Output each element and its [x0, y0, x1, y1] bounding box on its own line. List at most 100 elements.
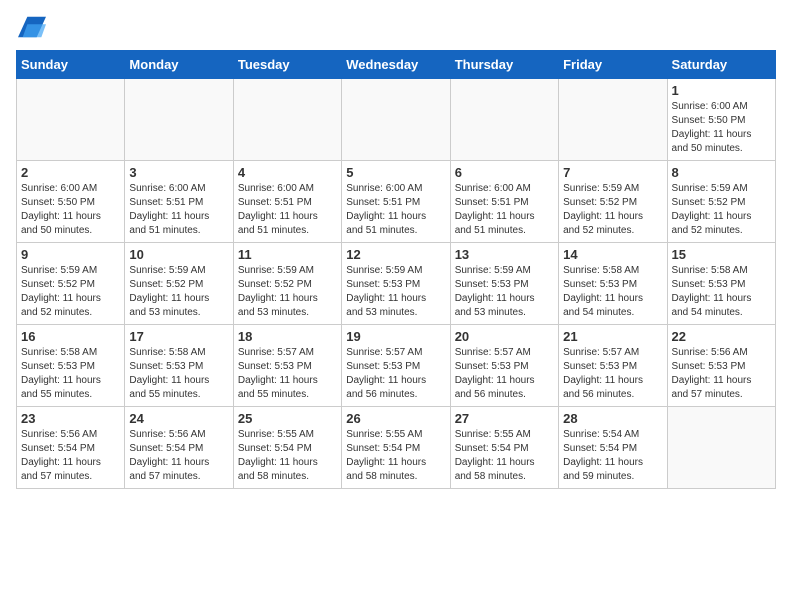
calendar-cell: 15 Sunrise: 5:58 AM Sunset: 5:53 PM Dayli… [667, 243, 775, 325]
day-number: 4 [238, 165, 337, 180]
calendar-week-1: 1 Sunrise: 6:00 AM Sunset: 5:50 PM Daylig… [17, 79, 776, 161]
page-header [16, 16, 776, 38]
day-info: Sunrise: 5:57 AM Sunset: 5:53 PM Dayligh… [563, 346, 662, 402]
day-info: Sunrise: 5:59 AM Sunset: 5:52 PM Dayligh… [672, 182, 771, 238]
calendar-week-5: 23 Sunrise: 5:56 AM Sunset: 5:54 PM Dayli… [17, 407, 776, 489]
calendar-cell: 16 Sunrise: 5:58 AM Sunset: 5:53 PM Dayli… [17, 325, 125, 407]
calendar-cell [450, 79, 558, 161]
calendar-cell: 12 Sunrise: 5:59 AM Sunset: 5:53 PM Dayli… [342, 243, 450, 325]
col-header-saturday: Saturday [667, 51, 775, 79]
day-info: Sunrise: 5:55 AM Sunset: 5:54 PM Dayligh… [346, 428, 445, 484]
calendar-week-4: 16 Sunrise: 5:58 AM Sunset: 5:53 PM Dayli… [17, 325, 776, 407]
day-number: 19 [346, 329, 445, 344]
calendar-cell [233, 79, 341, 161]
day-info: Sunrise: 5:58 AM Sunset: 5:53 PM Dayligh… [672, 264, 771, 320]
calendar-cell: 27 Sunrise: 5:55 AM Sunset: 5:54 PM Dayli… [450, 407, 558, 489]
day-info: Sunrise: 5:59 AM Sunset: 5:53 PM Dayligh… [455, 264, 554, 320]
calendar-cell [17, 79, 125, 161]
calendar-cell: 9 Sunrise: 5:59 AM Sunset: 5:52 PM Daylig… [17, 243, 125, 325]
day-number: 20 [455, 329, 554, 344]
calendar-cell: 20 Sunrise: 5:57 AM Sunset: 5:53 PM Dayli… [450, 325, 558, 407]
calendar-cell: 11 Sunrise: 5:59 AM Sunset: 5:52 PM Dayli… [233, 243, 341, 325]
col-header-thursday: Thursday [450, 51, 558, 79]
calendar-cell [667, 407, 775, 489]
logo [16, 16, 46, 38]
calendar-cell [559, 79, 667, 161]
calendar-cell: 10Sunrise: 5:59 AM Sunset: 5:52 PM Dayli… [125, 243, 233, 325]
col-header-tuesday: Tuesday [233, 51, 341, 79]
day-info: Sunrise: 5:59 AM Sunset: 5:52 PM Dayligh… [563, 182, 662, 238]
day-info: Sunrise: 6:00 AM Sunset: 5:51 PM Dayligh… [455, 182, 554, 238]
col-header-monday: Monday [125, 51, 233, 79]
calendar-cell: 26 Sunrise: 5:55 AM Sunset: 5:54 PM Dayli… [342, 407, 450, 489]
calendar-cell: 17Sunrise: 5:58 AM Sunset: 5:53 PM Dayli… [125, 325, 233, 407]
calendar-cell: 19 Sunrise: 5:57 AM Sunset: 5:53 PM Dayli… [342, 325, 450, 407]
day-number: 1 [672, 83, 771, 98]
calendar-cell: 21 Sunrise: 5:57 AM Sunset: 5:53 PM Dayli… [559, 325, 667, 407]
day-info: Sunrise: 5:56 AM Sunset: 5:54 PM Dayligh… [129, 428, 228, 484]
day-number: 7 [563, 165, 662, 180]
day-info: Sunrise: 6:00 AM Sunset: 5:51 PM Dayligh… [346, 182, 445, 238]
day-info: Sunrise: 5:56 AM Sunset: 5:54 PM Dayligh… [21, 428, 120, 484]
day-info: Sunrise: 6:00 AM Sunset: 5:50 PM Dayligh… [672, 100, 771, 156]
calendar-cell: 28 Sunrise: 5:54 AM Sunset: 5:54 PM Dayli… [559, 407, 667, 489]
calendar-cell [342, 79, 450, 161]
calendar-cell: 1 Sunrise: 6:00 AM Sunset: 5:50 PM Daylig… [667, 79, 775, 161]
day-number: 16 [21, 329, 120, 344]
day-info: Sunrise: 5:55 AM Sunset: 5:54 PM Dayligh… [455, 428, 554, 484]
col-header-sunday: Sunday [17, 51, 125, 79]
day-number: 11 [238, 247, 337, 262]
calendar-cell: 3Sunrise: 6:00 AM Sunset: 5:51 PM Daylig… [125, 161, 233, 243]
calendar-cell: 25 Sunrise: 5:55 AM Sunset: 5:54 PM Dayli… [233, 407, 341, 489]
day-number: 24 [129, 411, 228, 426]
day-info: Sunrise: 5:57 AM Sunset: 5:53 PM Dayligh… [346, 346, 445, 402]
day-info: Sunrise: 5:57 AM Sunset: 5:53 PM Dayligh… [238, 346, 337, 402]
day-info: Sunrise: 6:00 AM Sunset: 5:51 PM Dayligh… [238, 182, 337, 238]
calendar-cell: 5 Sunrise: 6:00 AM Sunset: 5:51 PM Daylig… [342, 161, 450, 243]
calendar-week-3: 9 Sunrise: 5:59 AM Sunset: 5:52 PM Daylig… [17, 243, 776, 325]
day-number: 10 [129, 247, 228, 262]
day-number: 18 [238, 329, 337, 344]
day-number: 22 [672, 329, 771, 344]
day-info: Sunrise: 5:59 AM Sunset: 5:53 PM Dayligh… [346, 264, 445, 320]
day-info: Sunrise: 5:59 AM Sunset: 5:52 PM Dayligh… [238, 264, 337, 320]
day-info: Sunrise: 5:58 AM Sunset: 5:53 PM Dayligh… [563, 264, 662, 320]
day-number: 13 [455, 247, 554, 262]
day-number: 6 [455, 165, 554, 180]
day-number: 5 [346, 165, 445, 180]
calendar-cell: 23 Sunrise: 5:56 AM Sunset: 5:54 PM Dayli… [17, 407, 125, 489]
day-info: Sunrise: 5:59 AM Sunset: 5:52 PM Dayligh… [21, 264, 120, 320]
day-number: 23 [21, 411, 120, 426]
day-number: 21 [563, 329, 662, 344]
day-number: 9 [21, 247, 120, 262]
day-number: 26 [346, 411, 445, 426]
day-info: Sunrise: 5:57 AM Sunset: 5:53 PM Dayligh… [455, 346, 554, 402]
calendar-cell: 22 Sunrise: 5:56 AM Sunset: 5:53 PM Dayli… [667, 325, 775, 407]
day-info: Sunrise: 5:56 AM Sunset: 5:53 PM Dayligh… [672, 346, 771, 402]
calendar-table: SundayMondayTuesdayWednesdayThursdayFrid… [16, 50, 776, 489]
calendar-cell: 8 Sunrise: 5:59 AM Sunset: 5:52 PM Daylig… [667, 161, 775, 243]
day-number: 8 [672, 165, 771, 180]
calendar-cell: 7 Sunrise: 5:59 AM Sunset: 5:52 PM Daylig… [559, 161, 667, 243]
day-number: 17 [129, 329, 228, 344]
day-number: 12 [346, 247, 445, 262]
day-number: 14 [563, 247, 662, 262]
calendar-cell: 18 Sunrise: 5:57 AM Sunset: 5:53 PM Dayli… [233, 325, 341, 407]
calendar-cell: 24 Sunrise: 5:56 AM Sunset: 5:54 PM Dayli… [125, 407, 233, 489]
calendar-cell: 6 Sunrise: 6:00 AM Sunset: 5:51 PM Daylig… [450, 161, 558, 243]
calendar-cell [125, 79, 233, 161]
calendar-week-2: 2 Sunrise: 6:00 AM Sunset: 5:50 PM Daylig… [17, 161, 776, 243]
day-number: 2 [21, 165, 120, 180]
day-info: Sunrise: 6:00 AM Sunset: 5:50 PM Dayligh… [21, 182, 120, 238]
calendar-header-row: SundayMondayTuesdayWednesdayThursdayFrid… [17, 51, 776, 79]
day-number: 28 [563, 411, 662, 426]
day-number: 25 [238, 411, 337, 426]
day-info: Sunrise: 6:00 AM Sunset: 5:51 PM Dayligh… [129, 182, 228, 238]
calendar-cell: 14 Sunrise: 5:58 AM Sunset: 5:53 PM Dayli… [559, 243, 667, 325]
calendar-cell: 4 Sunrise: 6:00 AM Sunset: 5:51 PM Daylig… [233, 161, 341, 243]
day-number: 15 [672, 247, 771, 262]
day-info: Sunrise: 5:54 AM Sunset: 5:54 PM Dayligh… [563, 428, 662, 484]
day-number: 27 [455, 411, 554, 426]
day-info: Sunrise: 5:55 AM Sunset: 5:54 PM Dayligh… [238, 428, 337, 484]
day-info: Sunrise: 5:58 AM Sunset: 5:53 PM Dayligh… [21, 346, 120, 402]
